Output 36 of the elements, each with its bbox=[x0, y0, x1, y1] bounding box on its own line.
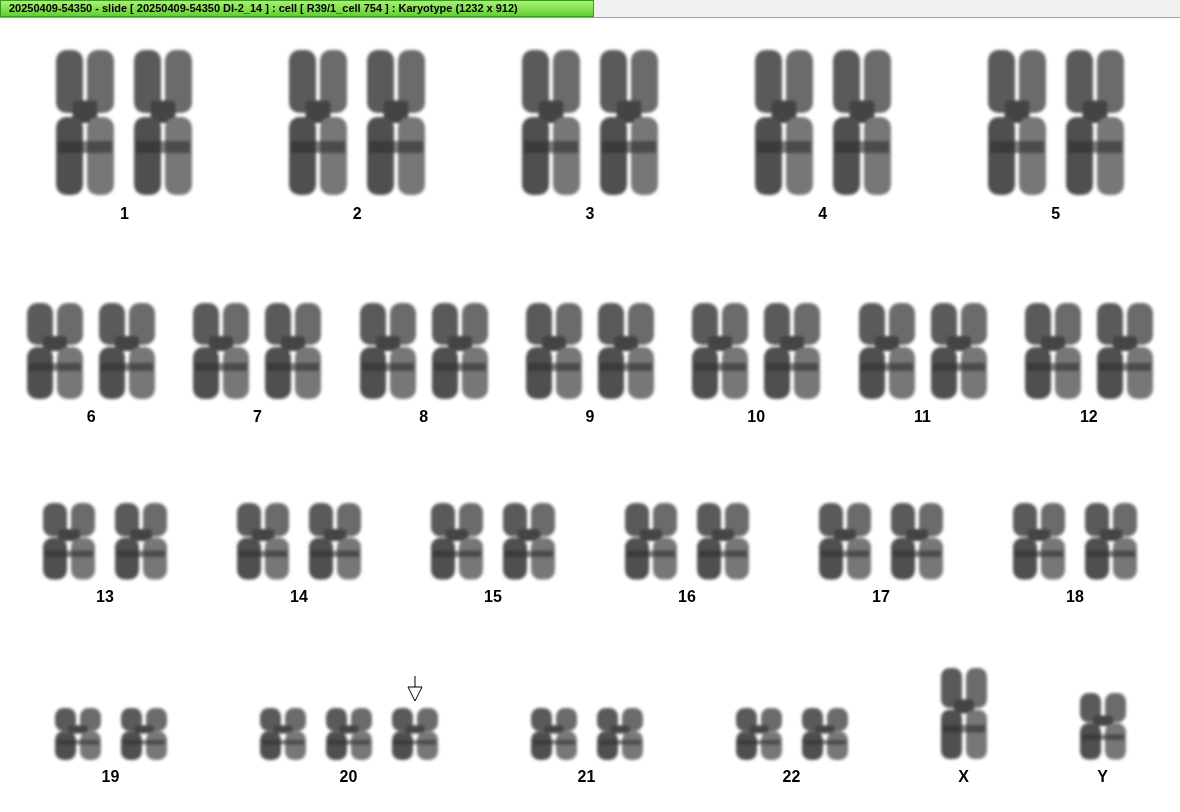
down-arrow-icon bbox=[406, 676, 423, 702]
chromosome-drawing bbox=[257, 706, 308, 761]
chromosome-number: 6 bbox=[86, 409, 96, 425]
chromosome-number: 7 bbox=[252, 409, 262, 425]
chromosome-number: 4 bbox=[818, 206, 828, 222]
chromosome-drawing bbox=[118, 706, 169, 761]
chromosome-number: 16 bbox=[678, 589, 696, 605]
chromosome-number: 5 bbox=[1051, 206, 1061, 222]
chromosome-number: Y bbox=[1097, 769, 1108, 785]
chromosome-drawing bbox=[1077, 691, 1128, 761]
chromosome-number: 12 bbox=[1079, 409, 1098, 425]
chromosome-number: 22 bbox=[782, 769, 801, 785]
chromosome-number: 13 bbox=[96, 589, 114, 605]
chromosome-number: 14 bbox=[290, 589, 308, 605]
chromosome-number: 9 bbox=[585, 409, 595, 425]
chromosome-number: 8 bbox=[419, 409, 429, 425]
chromosome-drawing bbox=[52, 706, 103, 761]
chromosome-number: 20 bbox=[339, 769, 358, 785]
chromosome-number: 15 bbox=[484, 589, 502, 605]
chromosome-drawing bbox=[733, 706, 784, 761]
window-title[interactable]: 20250409-54350 - slide [ 20250409-54350 DI-2_14 ] : cell [ R39/1_cell 754 ] : Karyotype (1232 x 912) bbox=[0, 0, 594, 17]
chromosome-number: 11 bbox=[914, 409, 931, 425]
chromosome-number: 21 bbox=[577, 769, 596, 785]
chromosome-number: 17 bbox=[872, 589, 890, 605]
chromosome-number: 18 bbox=[1066, 589, 1084, 605]
chromosome-drawing bbox=[528, 706, 579, 761]
chromosome-number: 10 bbox=[747, 409, 766, 425]
chromosome-number: 19 bbox=[101, 769, 120, 785]
chromosome-number: X bbox=[958, 769, 969, 785]
chromosome-drawing bbox=[594, 706, 645, 761]
chromosome-number: 3 bbox=[585, 206, 595, 222]
chromosome-drawing bbox=[389, 706, 440, 761]
chromosome-number: 2 bbox=[352, 206, 362, 222]
chromosome-drawing bbox=[323, 706, 374, 761]
chromosome-number: 1 bbox=[119, 206, 129, 222]
chromosome-drawing bbox=[799, 706, 850, 761]
